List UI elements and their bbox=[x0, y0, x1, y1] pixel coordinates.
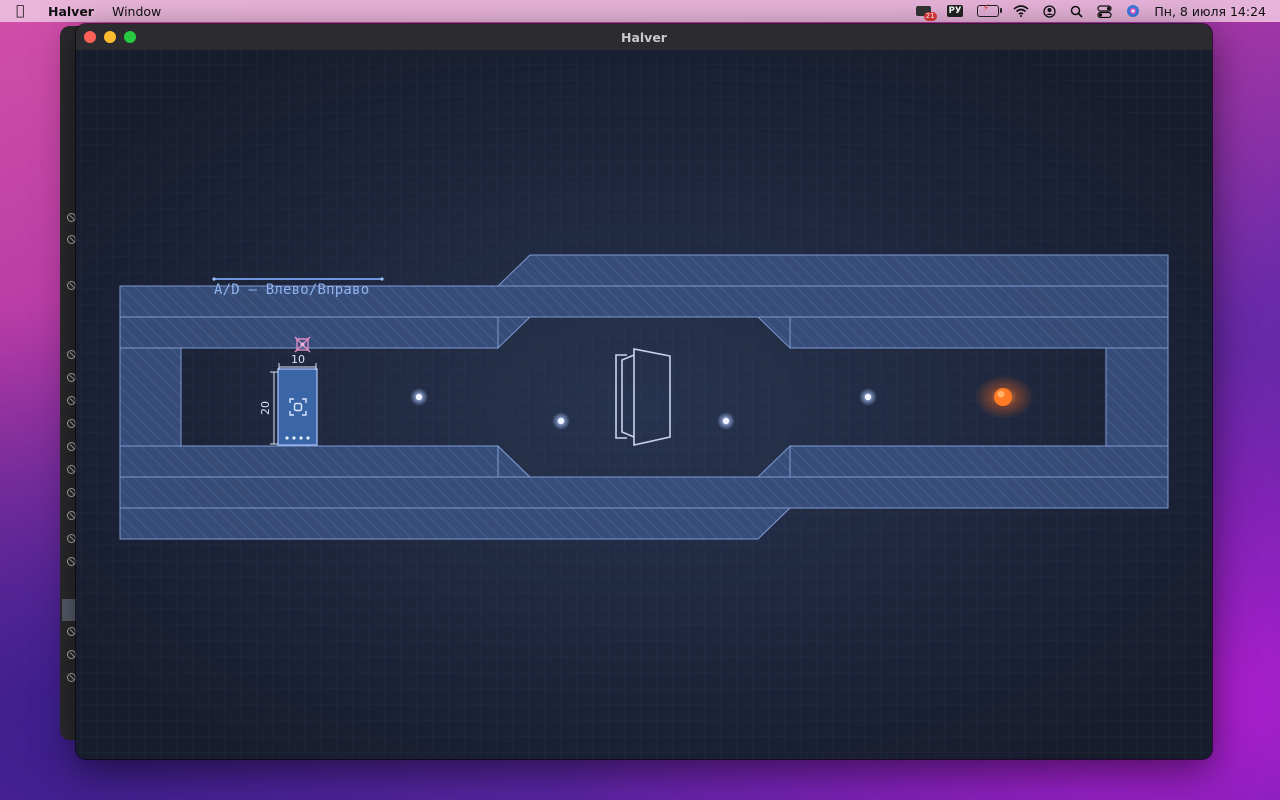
glow-dot-core bbox=[722, 417, 730, 425]
siri-icon[interactable] bbox=[1126, 4, 1140, 18]
control-hint-text: A/D — Влево/Вправо bbox=[214, 282, 370, 298]
apple-menu-icon[interactable]:  bbox=[16, 3, 32, 19]
list-row-icon bbox=[67, 419, 76, 428]
list-row-icon bbox=[67, 650, 76, 659]
user-account-icon[interactable] bbox=[1043, 4, 1057, 18]
spotlight-search-icon[interactable] bbox=[1070, 5, 1083, 18]
glow-dot-core bbox=[557, 417, 565, 425]
wall-top-right-inner bbox=[789, 316, 1169, 349]
list-row-icon bbox=[67, 557, 76, 566]
list-row-icon bbox=[67, 350, 76, 359]
wall-bottom-left-inner bbox=[119, 445, 499, 478]
wall-right-block bbox=[1105, 347, 1169, 447]
player-width-label: 10 bbox=[291, 353, 305, 366]
level-scene: 10 20 bbox=[76, 50, 1212, 759]
list-row-icon bbox=[67, 627, 76, 636]
wall-bottom-right-inner bbox=[789, 445, 1169, 478]
notification-count: 21 bbox=[923, 12, 937, 21]
menu-bar:  Halver Window 21 РУ ⚡ Пн, 8 июля 14:24 bbox=[0, 0, 1280, 22]
game-canvas[interactable]: 10 20 A/D — Влево/Вправо bbox=[76, 50, 1212, 759]
glow-dot-core bbox=[864, 393, 872, 401]
target-marker-icon bbox=[294, 336, 311, 353]
list-row-icon bbox=[67, 511, 76, 520]
player-height-label: 20 bbox=[259, 401, 272, 415]
input-language-indicator[interactable]: РУ bbox=[946, 5, 964, 17]
list-row-icon bbox=[67, 235, 76, 244]
window-titlebar[interactable]: Halver bbox=[76, 24, 1212, 51]
close-window-button[interactable] bbox=[84, 31, 96, 43]
wall-left-block bbox=[119, 347, 182, 447]
list-row-icon bbox=[67, 465, 76, 474]
status-area: 21 РУ ⚡ Пн, 8 июля 14:24 bbox=[915, 0, 1266, 22]
halver-window[interactable]: Halver 10 20 A/D — Влево/Вправо bbox=[76, 24, 1212, 759]
list-row-icon bbox=[67, 213, 76, 222]
control-center-icon[interactable] bbox=[1097, 4, 1112, 18]
window-controls bbox=[84, 31, 136, 43]
app-menu[interactable]: Halver bbox=[48, 4, 94, 19]
zoom-window-button[interactable] bbox=[124, 31, 136, 43]
list-row-icon bbox=[67, 673, 76, 682]
selected-row-highlight bbox=[62, 599, 76, 621]
window-title: Halver bbox=[621, 29, 667, 45]
notification-app-icon[interactable]: 21 bbox=[915, 4, 937, 21]
battery-icon[interactable]: ⚡ bbox=[977, 3, 1003, 17]
list-row-icon bbox=[67, 373, 76, 382]
window-menu[interactable]: Window bbox=[112, 4, 161, 19]
list-row-icon bbox=[67, 396, 76, 405]
list-row-icon bbox=[67, 442, 76, 451]
menubar-clock[interactable]: Пн, 8 июля 14:24 bbox=[1154, 4, 1266, 19]
list-row-icon bbox=[67, 488, 76, 497]
wall-top-left-inner bbox=[119, 316, 499, 349]
orange-orb bbox=[974, 375, 1034, 419]
minimize-window-button[interactable] bbox=[104, 31, 116, 43]
wifi-icon[interactable] bbox=[1013, 5, 1029, 17]
list-row-icon bbox=[67, 534, 76, 543]
list-row-icon bbox=[67, 281, 76, 290]
glow-dot-core bbox=[415, 393, 423, 401]
wall-bottom-band bbox=[119, 476, 1169, 509]
